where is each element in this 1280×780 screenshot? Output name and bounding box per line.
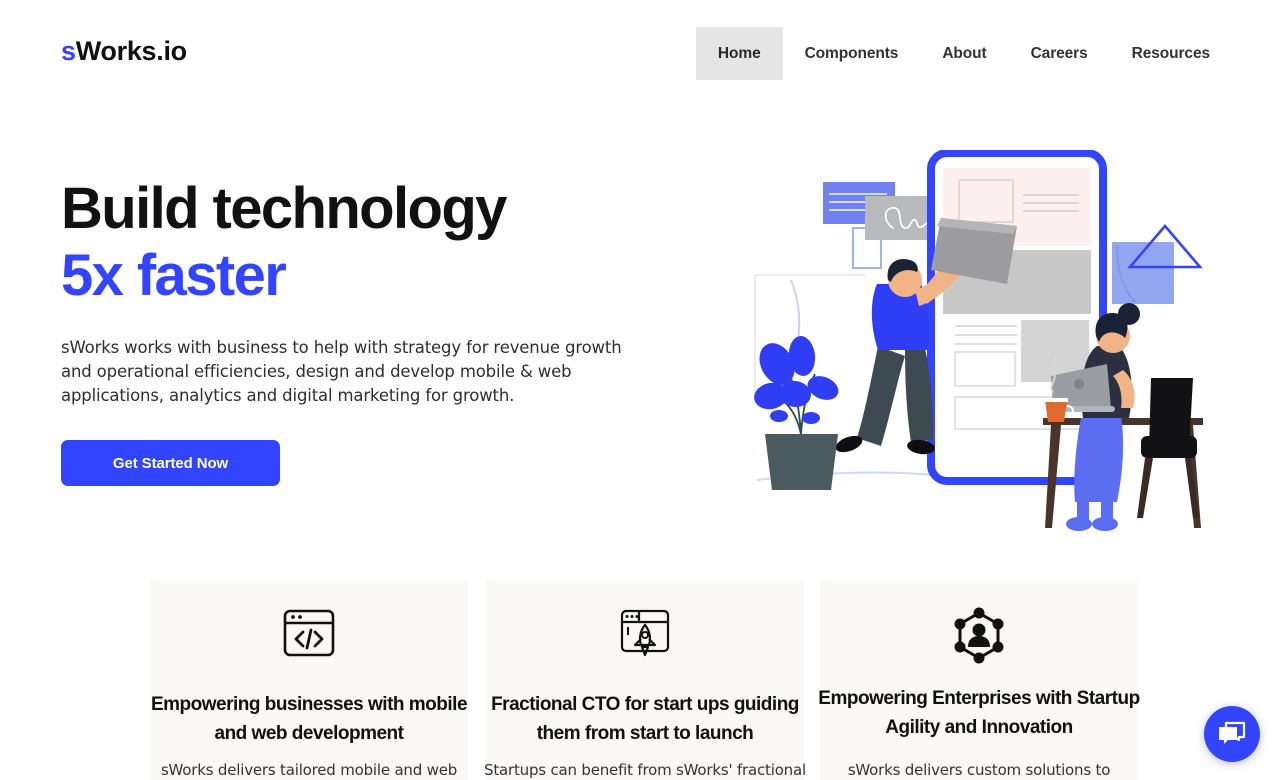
feature-card-title: Empowering businesses with mobile and we… bbox=[150, 694, 468, 744]
page-title: Build technology 5x faster bbox=[61, 175, 701, 310]
chat-widget-button[interactable] bbox=[1204, 706, 1260, 762]
headline-line-2: 5x faster bbox=[61, 243, 287, 309]
feature-card-body: sWorks delivers tailored mobile and web bbox=[160, 761, 458, 779]
nav-item-resources[interactable]: Resources bbox=[1110, 27, 1232, 80]
nav-item-home[interactable]: Home bbox=[695, 27, 783, 80]
feature-card-development[interactable]: Empowering businesses with mobile and we… bbox=[150, 580, 468, 780]
nav-item-components[interactable]: Components bbox=[783, 27, 921, 80]
headline-line-1: Build technology bbox=[61, 176, 507, 241]
network-person-icon bbox=[820, 605, 1138, 667]
hero-copy: Build technology 5x faster sWorks works … bbox=[61, 175, 701, 408]
nav-item-careers[interactable]: Careers bbox=[1009, 27, 1110, 80]
site-header: sWorks.io Home Components About Careers … bbox=[0, 0, 1280, 105]
code-window-icon bbox=[150, 605, 468, 661]
logo-text: Works.io bbox=[75, 36, 187, 66]
landing-page: sWorks.io Home Components About Careers … bbox=[0, 0, 1280, 780]
nav-item-about[interactable]: About bbox=[920, 27, 1008, 80]
hero-illustration bbox=[745, 150, 1225, 545]
site-logo[interactable]: sWorks.io bbox=[61, 36, 187, 67]
get-started-button[interactable]: Get Started Now bbox=[61, 440, 280, 486]
logo-accent-letter: s bbox=[61, 36, 76, 66]
feature-card-title: Empowering Enterprises with Startup Agil… bbox=[818, 688, 1140, 738]
main-navigation: Home Components About Careers Resources bbox=[695, 27, 1232, 80]
rocket-window-icon bbox=[486, 605, 804, 661]
feature-card-enterprise[interactable]: Empowering Enterprises with Startup Agil… bbox=[818, 580, 1140, 780]
feature-cards: Empowering businesses with mobile and we… bbox=[0, 580, 1280, 780]
feature-card-body: Startups can benefit from sWorks' fracti… bbox=[484, 761, 806, 779]
feature-card-body: sWorks delivers custom solutions to bbox=[847, 761, 1111, 779]
hero-section: Build technology 5x faster sWorks works … bbox=[0, 105, 1280, 565]
hero-description: sWorks works with business to help with … bbox=[61, 337, 622, 405]
chat-bubbles-icon bbox=[1219, 721, 1246, 744]
feature-card-title: Fractional CTO for start ups guiding the… bbox=[491, 694, 799, 744]
feature-card-fractional-cto[interactable]: Fractional CTO for start ups guiding the… bbox=[484, 580, 806, 780]
